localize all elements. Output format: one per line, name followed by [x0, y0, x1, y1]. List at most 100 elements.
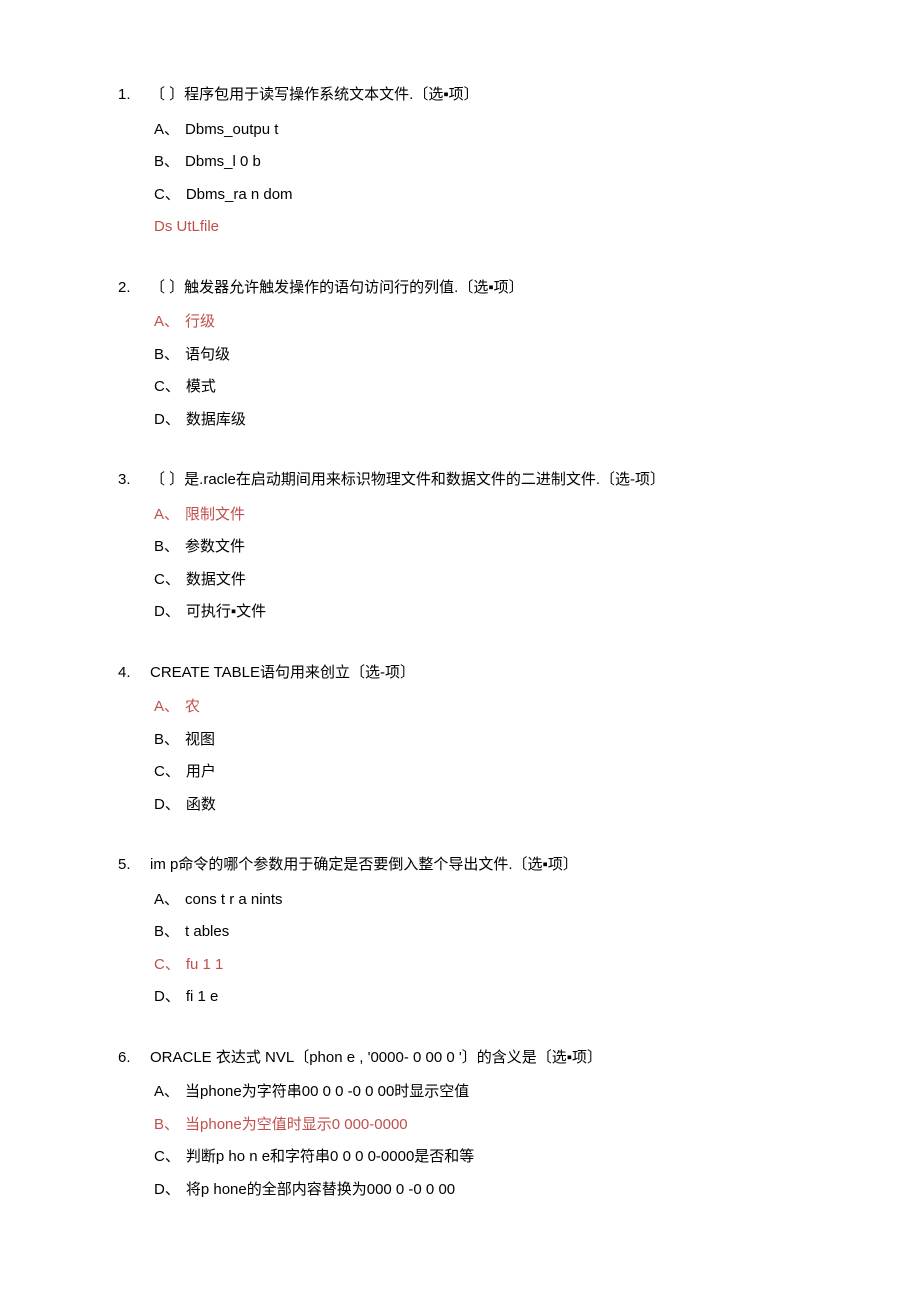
option-list: A、 cons t r a nints B、 t ables C、 fu 1 1…: [118, 889, 802, 1009]
option-label: A、: [154, 119, 179, 142]
option-label: C、: [154, 1146, 180, 1169]
option-text: 当phone为空值时显示0 000-0000: [185, 1114, 802, 1137]
question-stem: 〔 〕触发器允许触发操作的语句访问行的列值.〔选▪项〕: [150, 277, 802, 300]
question-block: 4. CREATE TABLE语句用来创立〔选-项〕 A、 农 B、 视图 C、…: [118, 662, 802, 817]
option-item: A、 农: [154, 696, 802, 719]
option-label: D、: [154, 601, 180, 624]
question-number: 5.: [118, 854, 150, 877]
question-stem-row: 6. ORACLE 衣达式 NVL〔phon e , '0000- 0 00 0…: [118, 1047, 802, 1070]
option-item: A、 Dbms_outpu t: [154, 119, 802, 142]
option-text: 判断p ho n e和字符串0 0 0 0-0000是否和等: [186, 1146, 802, 1169]
option-text: 可执行▪文件: [186, 601, 802, 624]
option-label: B、: [154, 1114, 179, 1137]
option-label: C、: [154, 954, 180, 977]
option-list: A、 行级 B、 语句级 C、 模式 D、 数据库级: [118, 311, 802, 431]
question-stem: CREATE TABLE语句用来创立〔选-项〕: [150, 662, 802, 685]
option-label: C、: [154, 569, 180, 592]
option-item: C、 fu 1 1: [154, 954, 802, 977]
option-item: A、 cons t r a nints: [154, 889, 802, 912]
option-item: D、 fi 1 e: [154, 986, 802, 1009]
question-stem-row: 1. 〔 〕程序包用于读写操作系统文本文件.〔选▪项〕: [118, 84, 802, 107]
option-text: cons t r a nints: [185, 889, 802, 912]
option-list: A、 农 B、 视图 C、 用户 D、 函数: [118, 696, 802, 816]
option-list: A、 当phone为字符串00 0 0 -0 0 00时显示空值 B、 当pho…: [118, 1081, 802, 1201]
option-text: 视图: [185, 729, 802, 752]
option-label: C、: [154, 761, 180, 784]
option-item: D、 将p hone的全部内容替换为000 0 -0 0 00: [154, 1179, 802, 1202]
option-text: 用户: [186, 761, 802, 784]
question-stem: im p命令的哪个参数用于确定是否要倒入整个导出文件.〔选▪项〕: [150, 854, 802, 877]
option-text: 语句级: [185, 344, 802, 367]
document-page: 1. 〔 〕程序包用于读写操作系统文本文件.〔选▪项〕 A、 Dbms_outp…: [0, 0, 920, 1301]
option-item: B、 语句级: [154, 344, 802, 367]
question-number: 4.: [118, 662, 150, 685]
option-label: A、: [154, 504, 179, 527]
question-number: 6.: [118, 1047, 150, 1070]
option-list: A、 Dbms_outpu t B、 Dbms_l 0 b C、 Dbms_ra…: [118, 119, 802, 207]
option-text: fu 1 1: [186, 954, 802, 977]
question-number: 2.: [118, 277, 150, 300]
option-item: D、 函数: [154, 794, 802, 817]
option-item: C、 Dbms_ra n dom: [154, 184, 802, 207]
option-label: C、: [154, 184, 180, 207]
option-text: Dbms_ra n dom: [186, 184, 802, 207]
option-label: A、: [154, 311, 179, 334]
option-text: 参数文件: [185, 536, 802, 559]
option-text: 限制文件: [185, 504, 802, 527]
option-label: C、: [154, 376, 180, 399]
option-item: B、 参数文件: [154, 536, 802, 559]
option-item: D、 可执行▪文件: [154, 601, 802, 624]
question-stem-row: 2. 〔 〕触发器允许触发操作的语句访问行的列值.〔选▪项〕: [118, 277, 802, 300]
option-list: A、 限制文件 B、 参数文件 C、 数据文件 D、 可执行▪文件: [118, 504, 802, 624]
option-item: B、 t ables: [154, 921, 802, 944]
option-label: B、: [154, 536, 179, 559]
option-label: B、: [154, 151, 179, 174]
question-stem: 〔 〕是.racle在启动期间用来标识物理文件和数据文件的二进制文件.〔选-项〕: [150, 469, 802, 492]
option-item: B、 Dbms_l 0 b: [154, 151, 802, 174]
option-text: 农: [185, 696, 802, 719]
option-text: 数据库级: [186, 409, 802, 432]
option-label: A、: [154, 696, 179, 719]
question-number: 3.: [118, 469, 150, 492]
option-label: B、: [154, 921, 179, 944]
option-label: D、: [154, 794, 180, 817]
answer-line: Ds UtLfile: [118, 216, 802, 239]
question-stem: 〔 〕程序包用于读写操作系统文本文件.〔选▪项〕: [150, 84, 802, 107]
option-text: 将p hone的全部内容替换为000 0 -0 0 00: [186, 1179, 802, 1202]
question-stem-row: 3. 〔 〕是.racle在启动期间用来标识物理文件和数据文件的二进制文件.〔选…: [118, 469, 802, 492]
option-label: D、: [154, 409, 180, 432]
option-item: D、 数据库级: [154, 409, 802, 432]
option-label: B、: [154, 344, 179, 367]
option-text: Dbms_l 0 b: [185, 151, 802, 174]
question-stem-row: 4. CREATE TABLE语句用来创立〔选-项〕: [118, 662, 802, 685]
option-item: C、 模式: [154, 376, 802, 399]
option-item: A、 限制文件: [154, 504, 802, 527]
option-text: t ables: [185, 921, 802, 944]
question-block: 1. 〔 〕程序包用于读写操作系统文本文件.〔选▪项〕 A、 Dbms_outp…: [118, 84, 802, 239]
option-text: 数据文件: [186, 569, 802, 592]
option-label: B、: [154, 729, 179, 752]
question-block: 6. ORACLE 衣达式 NVL〔phon e , '0000- 0 00 0…: [118, 1047, 802, 1202]
option-label: D、: [154, 986, 180, 1009]
question-stem-row: 5. im p命令的哪个参数用于确定是否要倒入整个导出文件.〔选▪项〕: [118, 854, 802, 877]
option-text: Dbms_outpu t: [185, 119, 802, 142]
option-item: A、 当phone为字符串00 0 0 -0 0 00时显示空值: [154, 1081, 802, 1104]
option-text: 模式: [186, 376, 802, 399]
question-block: 5. im p命令的哪个参数用于确定是否要倒入整个导出文件.〔选▪项〕 A、 c…: [118, 854, 802, 1009]
option-label: A、: [154, 1081, 179, 1104]
option-label: D、: [154, 1179, 180, 1202]
question-stem: ORACLE 衣达式 NVL〔phon e , '0000- 0 00 0 '〕…: [150, 1047, 802, 1070]
option-item: B、 当phone为空值时显示0 000-0000: [154, 1114, 802, 1137]
question-number: 1.: [118, 84, 150, 107]
option-item: C、 判断p ho n e和字符串0 0 0 0-0000是否和等: [154, 1146, 802, 1169]
question-block: 2. 〔 〕触发器允许触发操作的语句访问行的列值.〔选▪项〕 A、 行级 B、 …: [118, 277, 802, 432]
option-text: 函数: [186, 794, 802, 817]
option-item: B、 视图: [154, 729, 802, 752]
option-text: fi 1 e: [186, 986, 802, 1009]
option-text: 当phone为字符串00 0 0 -0 0 00时显示空值: [185, 1081, 802, 1104]
option-text: 行级: [185, 311, 802, 334]
option-item: C、 数据文件: [154, 569, 802, 592]
option-label: A、: [154, 889, 179, 912]
option-item: C、 用户: [154, 761, 802, 784]
question-block: 3. 〔 〕是.racle在启动期间用来标识物理文件和数据文件的二进制文件.〔选…: [118, 469, 802, 624]
